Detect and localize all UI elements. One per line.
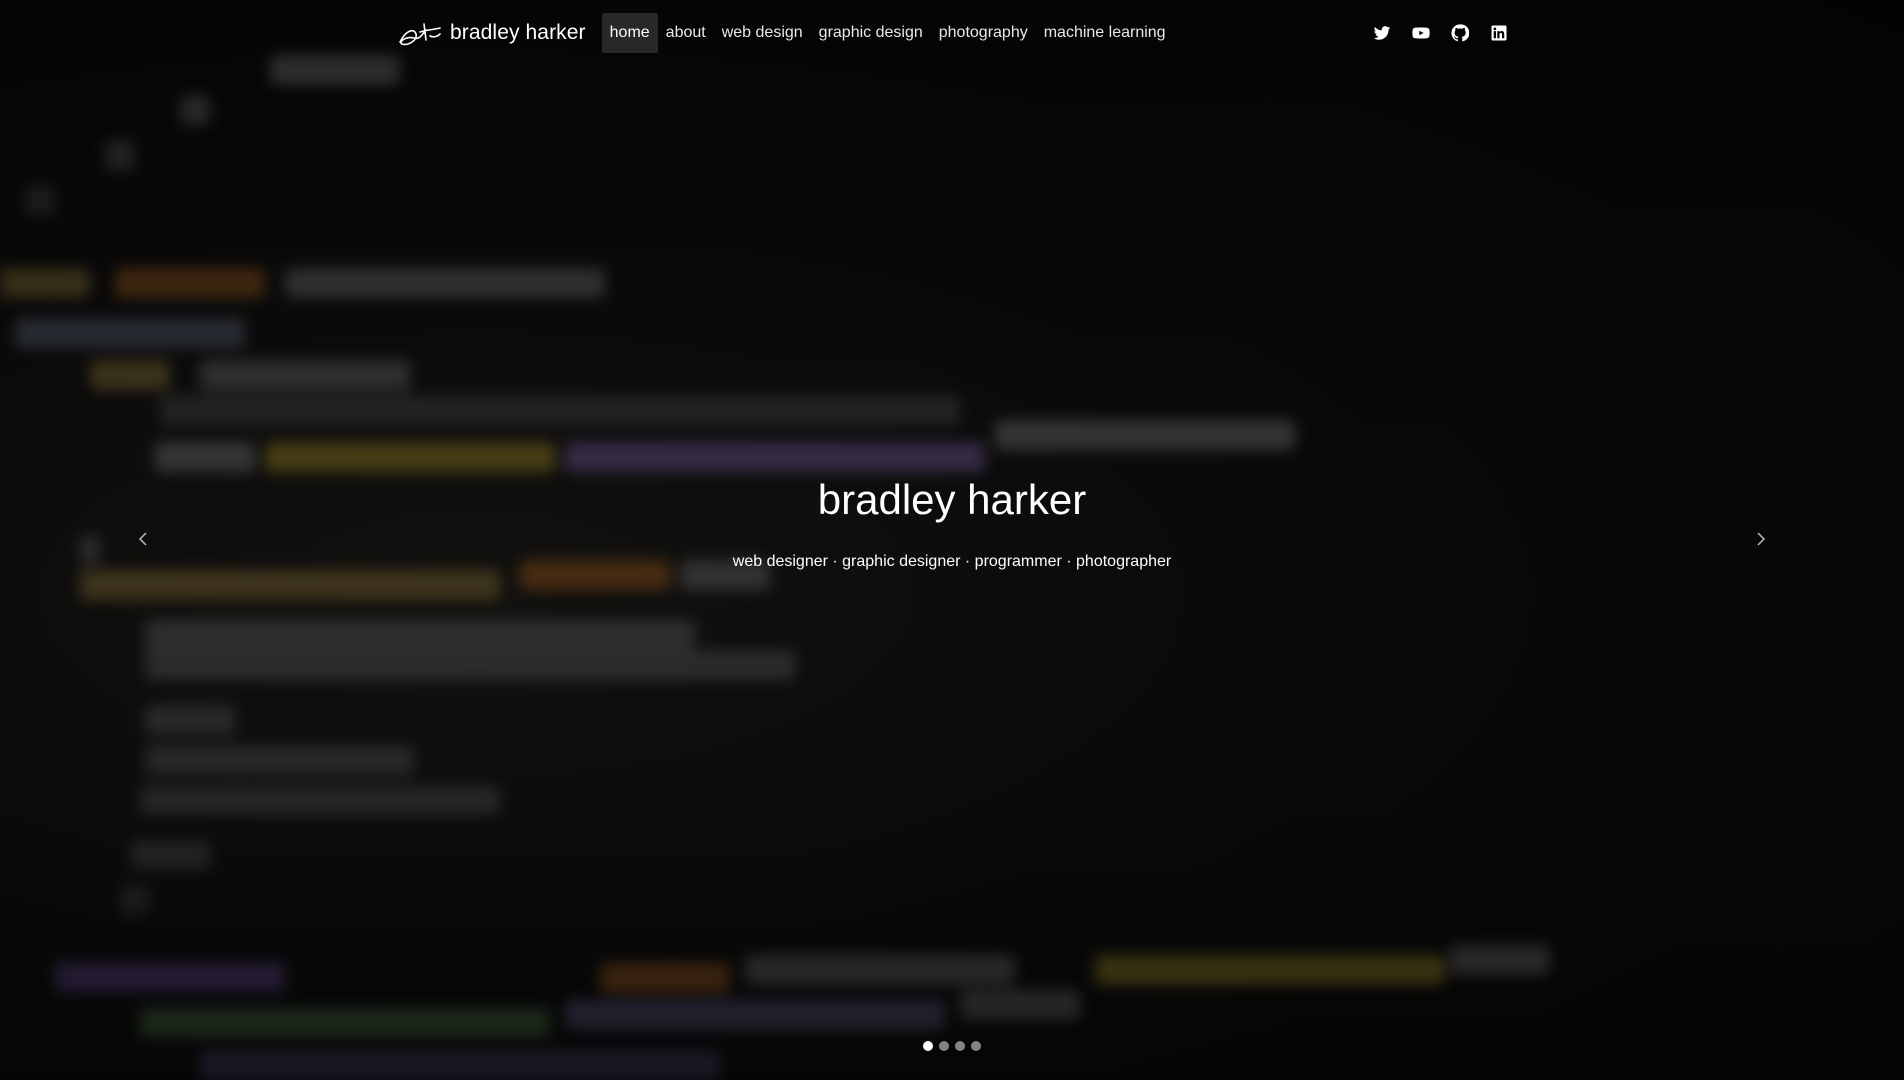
nav-link-graphic-design[interactable]: graphic design — [811, 13, 931, 53]
brand-name: bradley harker — [450, 21, 586, 44]
hero-title: bradley harker — [817, 476, 1087, 523]
hero-subtitle: web designer · graphic designer · progra… — [732, 553, 1172, 570]
twitter-icon[interactable] — [1373, 24, 1391, 42]
youtube-icon[interactable] — [1412, 24, 1430, 42]
carousel-dot-1[interactable] — [923, 1041, 933, 1051]
chevron-right-icon — [1757, 532, 1766, 546]
carousel-dot-2[interactable] — [939, 1041, 949, 1051]
carousel-dot-3[interactable] — [955, 1041, 965, 1051]
nav-link-about[interactable]: about — [658, 13, 714, 53]
github-icon[interactable] — [1451, 24, 1469, 42]
nav-link-machine-learning[interactable]: machine learning — [1036, 13, 1174, 53]
carousel-next-button[interactable] — [1746, 524, 1776, 554]
chevron-left-icon — [138, 532, 147, 546]
linkedin-icon[interactable] — [1490, 24, 1508, 42]
main-navbar: bradley harker home about web design gra… — [396, 13, 1508, 53]
social-links — [1352, 13, 1508, 53]
carousel-prev-button[interactable] — [128, 524, 158, 554]
background-overlay — [0, 0, 1904, 1080]
nav-link-home[interactable]: home — [601, 13, 658, 53]
hero-carousel — [0, 0, 1904, 1080]
brand-link[interactable]: bradley harker — [396, 16, 586, 50]
nav-link-photography[interactable]: photography — [931, 13, 1036, 53]
signature-logo — [399, 23, 441, 46]
carousel-dot-4[interactable] — [971, 1041, 981, 1051]
nav-link-web-design[interactable]: web design — [714, 13, 811, 53]
carousel-indicators — [0, 1041, 1904, 1051]
nav-links: home about web design graphic design pho… — [601, 13, 1174, 53]
